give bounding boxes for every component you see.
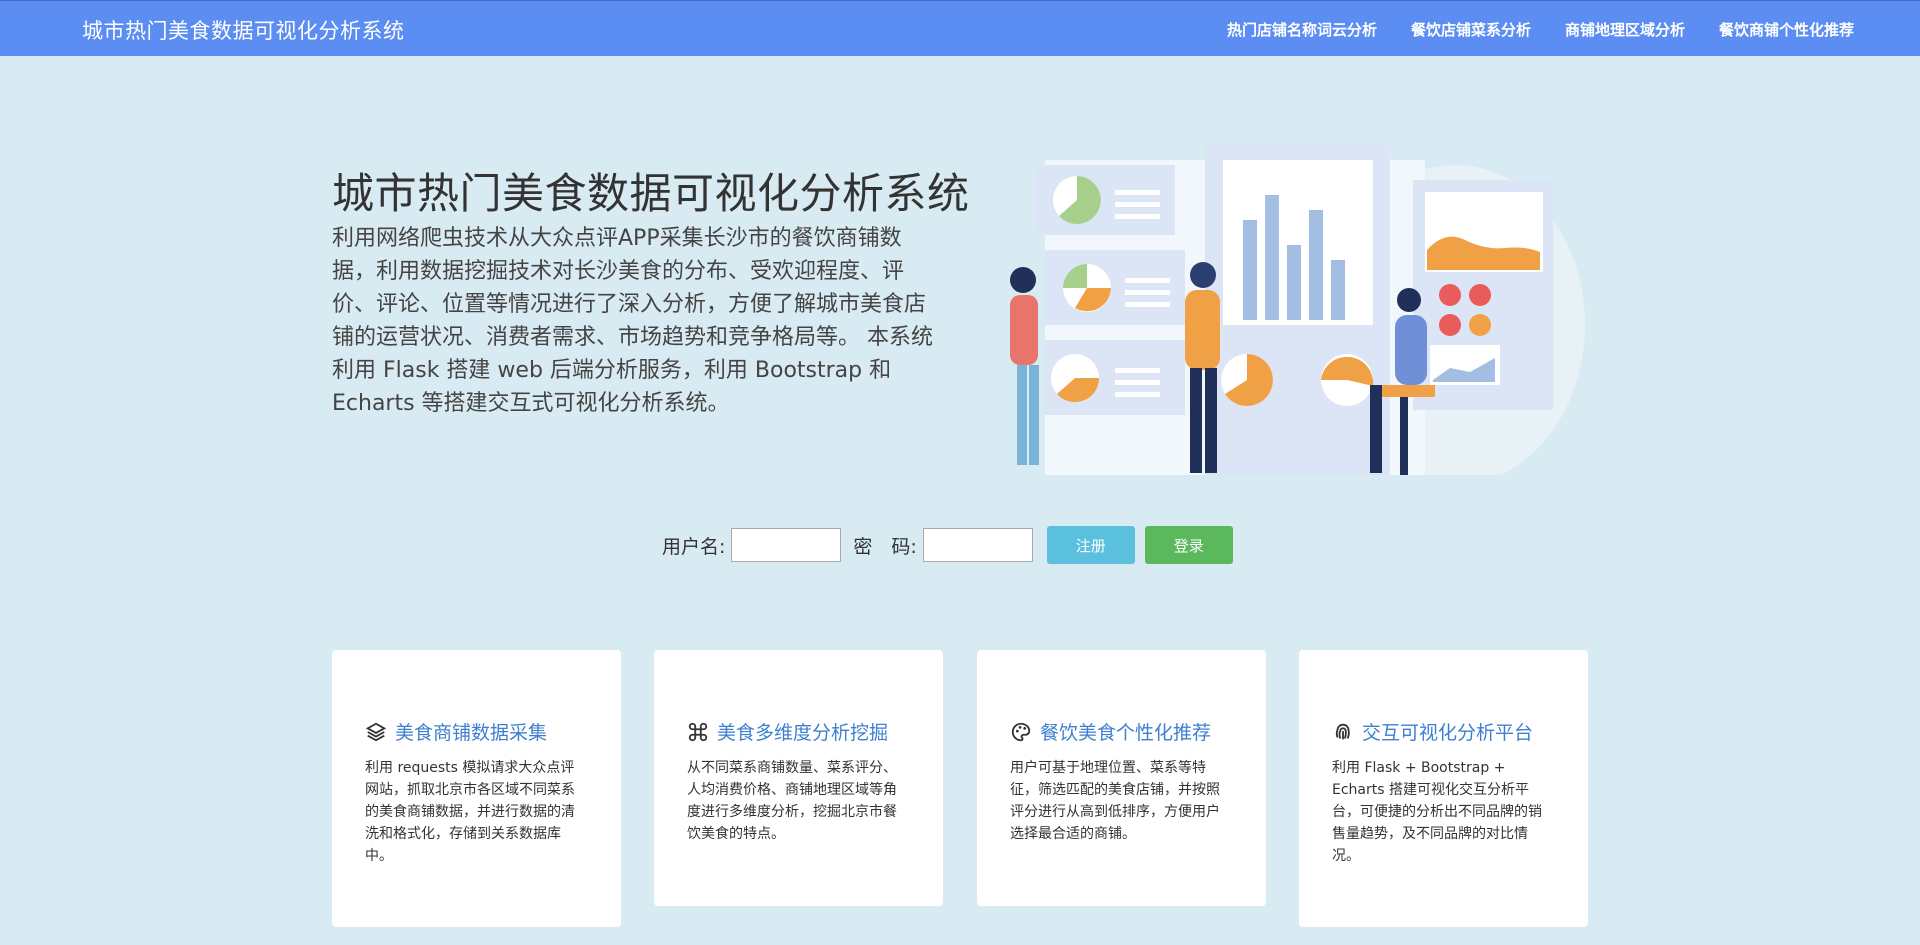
card-text: 用户可基于地理位置、菜系等特征，筛选匹配的美食店铺，并按照评分进行从高到低排序，… [1010, 760, 1220, 842]
navbar-brand[interactable]: 城市热门美食数据可视化分析系统 [82, 15, 405, 45]
nav-link-recommend[interactable]: 餐饮商铺个性化推荐 [1719, 19, 1854, 40]
register-button[interactable]: 注册 [1046, 526, 1135, 564]
card-title: 交互可视化分析平台 [1362, 722, 1534, 744]
nav-links: 热门店铺名称词云分析 餐饮店铺菜系分析 商铺地理区域分析 餐饮商铺个性化推荐 [1227, 19, 1854, 40]
card-title: 美食商铺数据采集 [395, 722, 548, 744]
nav-link-wordcloud[interactable]: 热门店铺名称词云分析 [1227, 19, 1377, 40]
feature-card-data-collection: 美食商铺数据采集 利用 requests 模拟请求大众点评网站，抓取北京市各区域… [332, 650, 621, 927]
login-button[interactable]: 登录 [1144, 526, 1233, 564]
palette-icon [1011, 722, 1031, 741]
card-text: 利用 Flask + Bootstrap + Echarts 搭建可视化交互分析… [1332, 760, 1542, 864]
card-text: 从不同菜系商铺数量、菜系评分、人均消费价格、商铺地理区域等角度进行多维度分析，挖… [687, 760, 897, 842]
username-input[interactable] [731, 528, 842, 562]
hero-illustration [1010, 145, 1585, 475]
card-title: 美食多维度分析挖掘 [717, 722, 889, 744]
username-label: 用户名: [662, 535, 726, 558]
nav-link-geo[interactable]: 商铺地理区域分析 [1565, 19, 1685, 40]
fingerprint-icon [1335, 723, 1350, 739]
layers-icon [365, 722, 387, 741]
hero-title: 城市热门美食数据可视化分析系统 [332, 169, 970, 218]
nav-link-cuisine[interactable]: 餐饮店铺菜系分析 [1411, 19, 1531, 40]
top-navbar: 城市热门美食数据可视化分析系统 热门店铺名称词云分析 餐饮店铺菜系分析 商铺地理… [0, 0, 1920, 56]
command-icon [688, 722, 708, 741]
card-title: 餐饮美食个性化推荐 [1040, 722, 1212, 744]
feature-card-platform: 交互可视化分析平台 利用 Flask + Bootstrap + Echarts… [1299, 650, 1588, 927]
feature-card-recommendation: 餐饮美食个性化推荐 用户可基于地理位置、菜系等特征，筛选匹配的美食店铺，并按照评… [977, 650, 1266, 906]
login-form: 用户名: 密 码: 注册 登录 [662, 526, 1233, 564]
card-text: 利用 requests 模拟请求大众点评网站，抓取北京市各区域不同菜系的美食商铺… [365, 760, 575, 864]
password-input[interactable] [922, 528, 1033, 562]
hero-description: 利用网络爬虫技术从大众点评APP采集长沙市的餐饮商铺数据，利用数据挖掘技术对长沙… [332, 226, 933, 416]
feature-card-analysis: 美食多维度分析挖掘 从不同菜系商铺数量、菜系评分、人均消费价格、商铺地理区域等角… [654, 650, 943, 906]
password-label: 密 码: [853, 535, 917, 558]
